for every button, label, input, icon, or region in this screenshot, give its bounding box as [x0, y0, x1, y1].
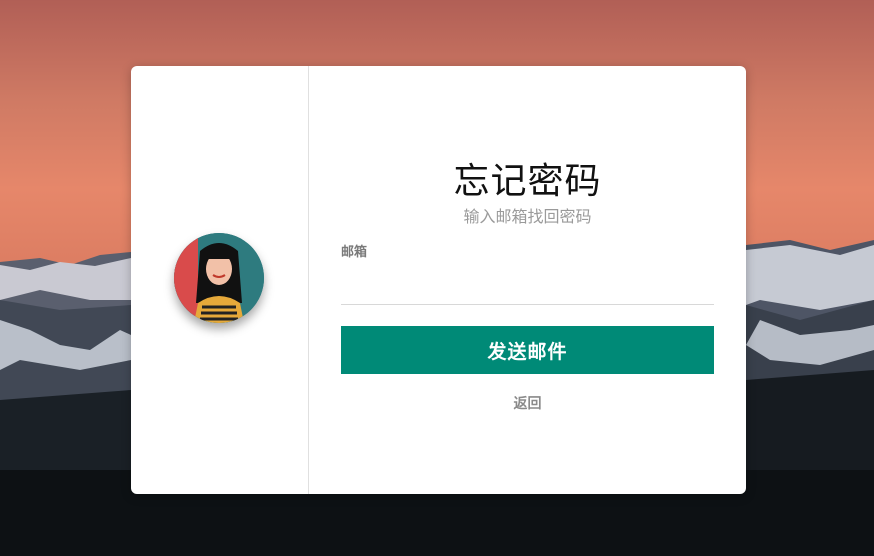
form-panel: 忘记密码 输入邮箱找回密码 邮箱 发送邮件 返回	[341, 66, 714, 494]
page-subtitle: 输入邮箱找回密码	[463, 207, 592, 226]
page-title: 忘记密码	[453, 161, 602, 202]
avatar	[174, 233, 264, 323]
forgot-password-card: 忘记密码 输入邮箱找回密码 邮箱 发送邮件 返回	[131, 66, 746, 494]
email-field[interactable]	[341, 262, 714, 305]
avatar-illustration-icon	[174, 233, 264, 323]
send-email-button[interactable]: 发送邮件	[341, 326, 714, 374]
email-label: 邮箱	[341, 245, 368, 260]
avatar-panel	[131, 66, 309, 494]
back-link[interactable]: 返回	[341, 393, 714, 413]
